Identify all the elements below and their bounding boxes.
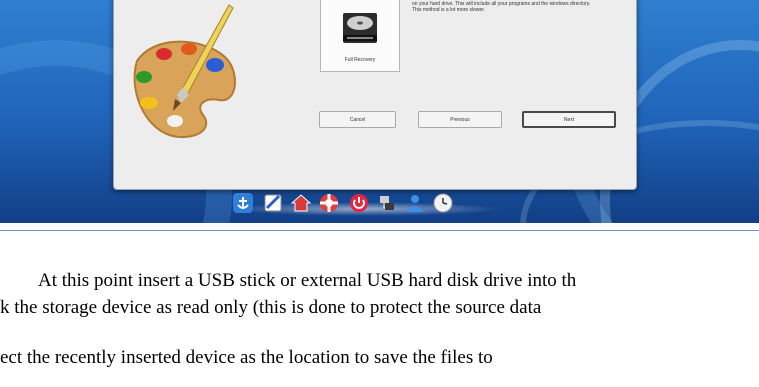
desktop-screenshot: Full Recovery on your hard drive. This w… — [0, 0, 759, 223]
clock-icon[interactable] — [432, 192, 454, 214]
paint-palette-icon — [133, 4, 236, 139]
previous-button[interactable]: Previous — [418, 111, 502, 128]
article-text-line: ect the recently inserted device as the … — [0, 347, 493, 368]
lifebuoy-icon[interactable] — [318, 192, 340, 214]
notepad-icon[interactable] — [262, 192, 284, 214]
full-recovery-option[interactable]: Full Recovery — [320, 0, 400, 72]
article-text-line: At this point insert a USB stick or exte… — [38, 270, 577, 291]
section-divider — [0, 230, 759, 231]
article-text-line: k the storage device as read only (this … — [0, 297, 542, 318]
next-button[interactable]: Next — [522, 111, 616, 128]
power-icon[interactable] — [348, 192, 370, 214]
anchor-icon[interactable] — [232, 192, 254, 214]
recovery-wizard-dialog: Full Recovery on your hard drive. This w… — [113, 0, 637, 190]
recovery-description: on your hard drive. This will include al… — [412, 1, 591, 13]
home-icon[interactable] — [290, 192, 312, 214]
network-icon[interactable] — [376, 192, 398, 214]
full-recovery-label: Full Recovery — [344, 57, 376, 63]
hard-drive-icon — [343, 13, 377, 43]
cancel-button[interactable]: Cancel — [319, 111, 396, 128]
dock — [222, 188, 512, 220]
user-icon[interactable] — [404, 192, 426, 214]
